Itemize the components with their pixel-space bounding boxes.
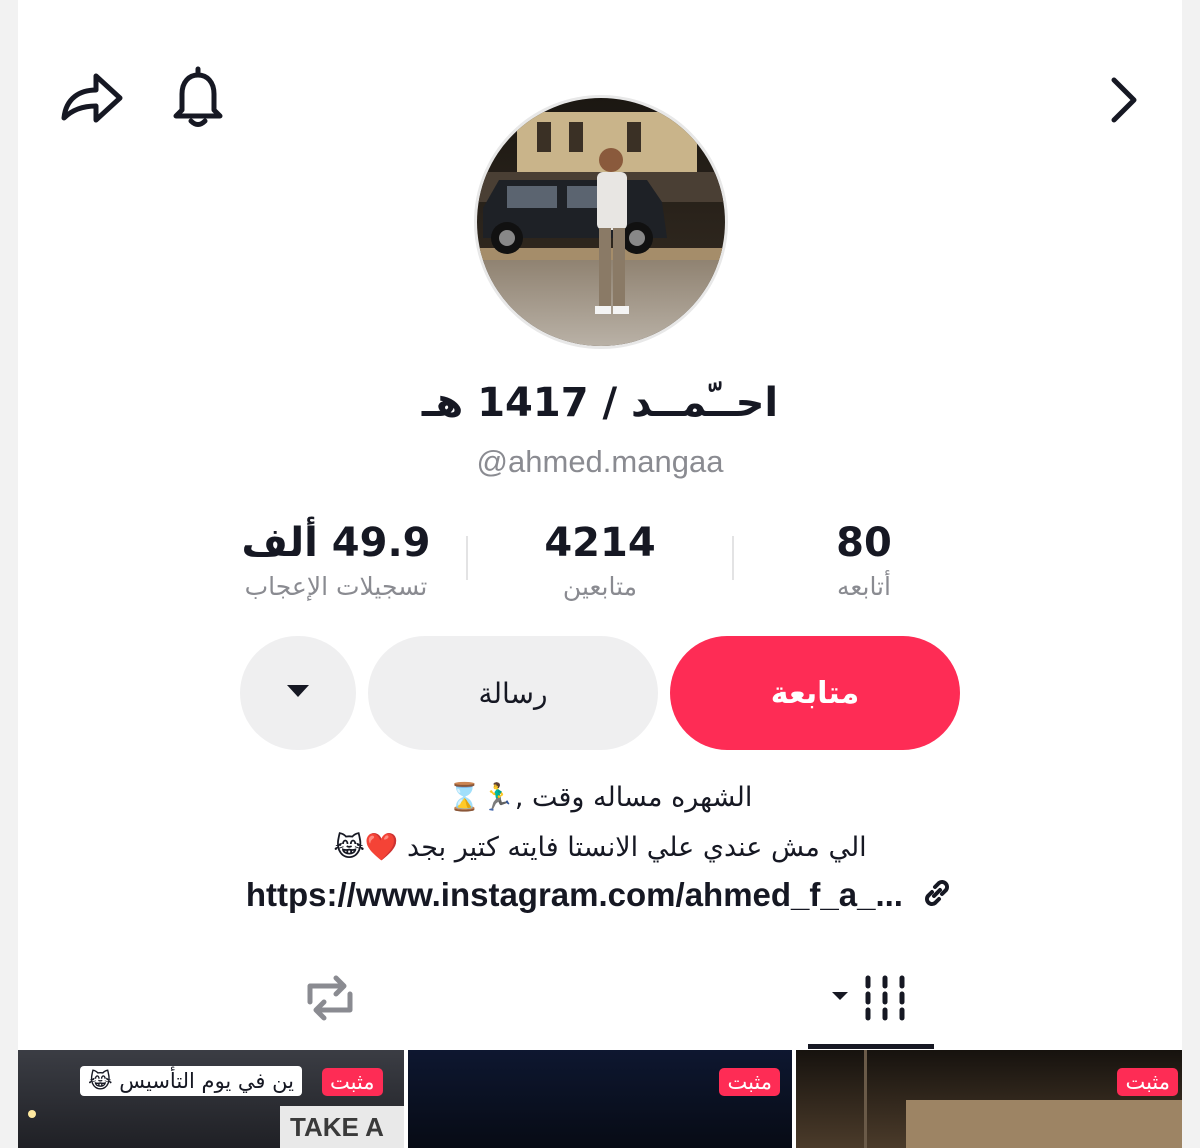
stat-divider bbox=[466, 536, 468, 580]
stat-divider bbox=[732, 536, 734, 580]
following-label: أتابعه bbox=[837, 572, 891, 601]
stat-followers[interactable]: 4214 متابعين bbox=[470, 520, 730, 601]
sign-board: TAKE A ST bbox=[280, 1106, 404, 1148]
thumbnail-image bbox=[408, 1050, 792, 1148]
bio-line-1: الشهره مساله وقت ,🏃‍♂️⌛ bbox=[447, 782, 753, 813]
chevron-right-icon[interactable] bbox=[1104, 74, 1144, 126]
bio-line-2: الي مش عندي علي الانستا فايته كتير بجد ❤… bbox=[333, 832, 867, 863]
followers-count: 4214 bbox=[544, 520, 656, 566]
thumbnail-building bbox=[906, 1100, 1182, 1148]
bio-link[interactable]: https://www.instagram.com/ahmed_f_a_... bbox=[18, 876, 1182, 918]
stat-following[interactable]: 80 أتابعه bbox=[734, 520, 994, 601]
active-tab-indicator bbox=[808, 1044, 934, 1049]
thumbnail-pole bbox=[864, 1050, 867, 1148]
repost-icon[interactable] bbox=[300, 972, 360, 1024]
message-button[interactable]: رسالة bbox=[368, 636, 658, 750]
avatar[interactable] bbox=[474, 95, 728, 349]
video-thumbnail[interactable]: TAKE A ST ين في يوم التأسيس 😹 مثبت bbox=[18, 1050, 404, 1148]
stat-likes[interactable]: 49.9 ألف تسجيلات الإعجاب bbox=[206, 520, 466, 601]
following-count: 80 bbox=[836, 520, 892, 566]
pinned-badge: مثبت bbox=[1117, 1068, 1178, 1096]
pinned-badge: مثبت bbox=[719, 1068, 780, 1096]
link-icon bbox=[920, 876, 954, 918]
bio-link-text[interactable]: https://www.instagram.com/ahmed_f_a_... bbox=[246, 876, 903, 913]
thumbnail-light bbox=[28, 1110, 36, 1118]
follow-button[interactable]: متابعة bbox=[670, 636, 960, 750]
likes-count: 49.9 ألف bbox=[241, 520, 431, 566]
username: @ahmed.mangaa bbox=[476, 444, 724, 479]
profile-tabs bbox=[18, 960, 1182, 1050]
more-options-button[interactable] bbox=[240, 636, 356, 750]
share-arrow-icon[interactable] bbox=[58, 68, 124, 128]
profile-screen: احــّمــد / 1417 هـ @ahmed.mangaa 80 أتا… bbox=[18, 0, 1182, 1148]
video-caption: ين في يوم التأسيس 😹 bbox=[80, 1066, 302, 1096]
grid-icon[interactable] bbox=[828, 974, 910, 1022]
triangle-down-icon bbox=[285, 683, 311, 703]
video-thumbnail[interactable]: مثبت bbox=[796, 1050, 1182, 1148]
followers-label: متابعين bbox=[562, 572, 638, 601]
display-name: احــّمــد / 1417 هـ bbox=[421, 380, 779, 426]
bell-icon[interactable] bbox=[168, 66, 228, 130]
video-thumbnail[interactable]: مثبت bbox=[408, 1050, 792, 1148]
pinned-badge: مثبت bbox=[322, 1068, 383, 1096]
likes-label: تسجيلات الإعجاب bbox=[244, 572, 428, 601]
